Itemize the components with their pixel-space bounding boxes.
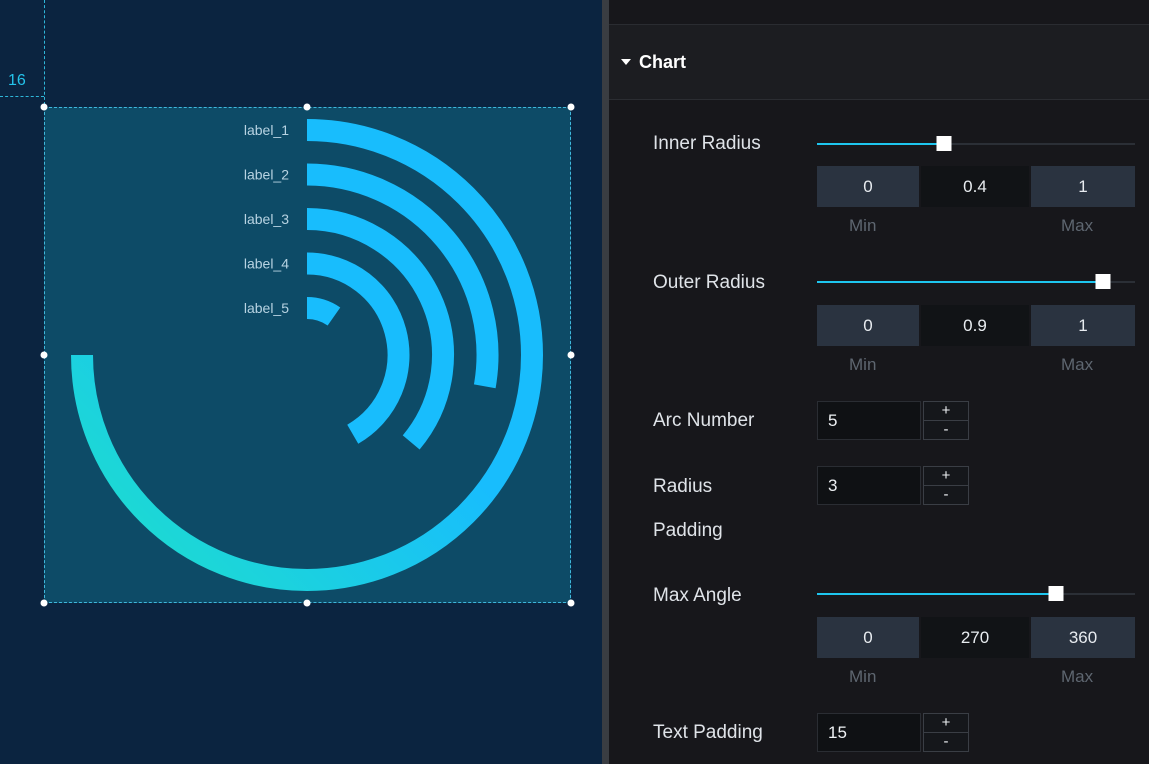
resize-handle-left[interactable]: [40, 351, 48, 359]
outer-radius-slider[interactable]: [817, 274, 1135, 289]
caret-down-icon[interactable]: [621, 59, 631, 65]
max-angle-range: 0 270 360 Min Max: [817, 617, 1135, 686]
inner-radius-min-caption: Min: [849, 216, 877, 235]
arc-number-stepper-buttons: + -: [923, 401, 969, 440]
outer-radius-value[interactable]: 0.9: [921, 305, 1029, 346]
outer-radius-slider-fill: [817, 281, 1104, 283]
outer-radius-range: 0 0.9 1 Min Max: [817, 305, 1135, 374]
inner-radius-slider-fill: [817, 143, 945, 145]
radius-padding-stepper: 3 + -: [817, 466, 971, 505]
max-angle-slider-thumb[interactable]: [1048, 586, 1063, 601]
resize-handle-bottom[interactable]: [303, 599, 311, 607]
arc-label-1: [71, 119, 543, 591]
radius-padding-label-line2: Padding: [653, 520, 723, 541]
outer-radius-min[interactable]: 0: [817, 305, 919, 346]
max-angle-slider[interactable]: [817, 586, 1135, 601]
inner-radius-max-caption: Max: [1061, 216, 1094, 235]
arc-label-3: label_3: [244, 211, 289, 227]
text-padding-stepper-buttons: + -: [923, 713, 969, 752]
inner-radius-value[interactable]: 0.4: [921, 166, 1029, 207]
outer-radius-max-caption: Max: [1061, 355, 1094, 374]
text-padding-increment-button[interactable]: +: [924, 714, 968, 733]
text-padding-stepper: 15 + -: [817, 713, 971, 752]
arc-number-input[interactable]: 5: [817, 401, 921, 440]
radius-padding-stepper-buttons: + -: [923, 466, 969, 505]
resize-handle-bottom-left[interactable]: [40, 599, 48, 607]
panel-splitter[interactable]: [602, 0, 609, 764]
panel-top-bar: [609, 0, 1149, 25]
max-angle-value[interactable]: 270: [921, 617, 1029, 658]
chart-arcs: [71, 119, 543, 591]
arc-label-5: [306, 297, 341, 326]
outer-radius-max[interactable]: 1: [1031, 305, 1135, 346]
section-title: Chart: [639, 51, 687, 72]
inner-radius-max[interactable]: 1: [1031, 166, 1135, 207]
arc-number-label: Arc Number: [653, 410, 755, 431]
text-padding-input[interactable]: 15: [817, 713, 921, 752]
chart-section-header[interactable]: Chart: [609, 25, 1149, 100]
outer-radius-min-caption: Min: [849, 355, 877, 374]
inner-radius-slider[interactable]: [817, 136, 1135, 151]
resize-handle-top-right[interactable]: [567, 103, 575, 111]
inner-radius-min[interactable]: 0: [817, 166, 919, 207]
arc-label-1: label_1: [244, 122, 289, 138]
inner-radius-range: 0 0.4 1 Min Max: [817, 166, 1135, 235]
arc-number-stepper: 5 + -: [817, 401, 971, 440]
inner-radius-slider-thumb[interactable]: [936, 136, 952, 151]
max-angle-max-caption: Max: [1061, 667, 1094, 686]
max-angle-max[interactable]: 360: [1031, 617, 1135, 658]
max-angle-min-caption: Min: [849, 667, 877, 686]
radius-padding-increment-button[interactable]: +: [924, 467, 968, 486]
outer-radius-slider-thumb[interactable]: [1095, 274, 1111, 289]
resize-handle-top[interactable]: [303, 103, 311, 111]
radius-padding-decrement-button[interactable]: -: [924, 486, 968, 504]
arc-number-increment-button[interactable]: +: [924, 402, 968, 421]
resize-handle-right[interactable]: [567, 351, 575, 359]
arc-label-5: label_5: [244, 300, 289, 316]
properties-panel: Chart Inner Radius 0 0.4 1 Min Max Outer…: [609, 0, 1149, 764]
inner-radius-label: Inner Radius: [653, 133, 761, 154]
radius-padding-input[interactable]: 3: [817, 466, 921, 505]
radial-bar-chart[interactable]: label_1 label_2 label_3 label_4 label_5: [0, 0, 602, 764]
resize-handle-bottom-right[interactable]: [567, 599, 575, 607]
editor-canvas: 16 label_1 label_2 label_3 label_4 label_5: [0, 0, 602, 764]
resize-handle-top-left[interactable]: [40, 103, 48, 111]
radius-padding-label-line1: Radius: [653, 476, 713, 497]
max-angle-slider-fill: [817, 593, 1056, 595]
chart-arc-labels: label_1 label_2 label_3 label_4 label_5: [244, 122, 289, 316]
arc-number-decrement-button[interactable]: -: [924, 421, 968, 439]
text-padding-decrement-button[interactable]: -: [924, 733, 968, 751]
arc-label-2: label_2: [244, 167, 289, 183]
max-angle-label: Max Angle: [653, 585, 742, 606]
text-padding-label: Text Padding: [653, 722, 763, 743]
outer-radius-label: Outer Radius: [653, 272, 765, 293]
arc-label-4: [306, 252, 410, 444]
max-angle-min[interactable]: 0: [817, 617, 919, 658]
arc-label-4: label_4: [244, 256, 289, 272]
